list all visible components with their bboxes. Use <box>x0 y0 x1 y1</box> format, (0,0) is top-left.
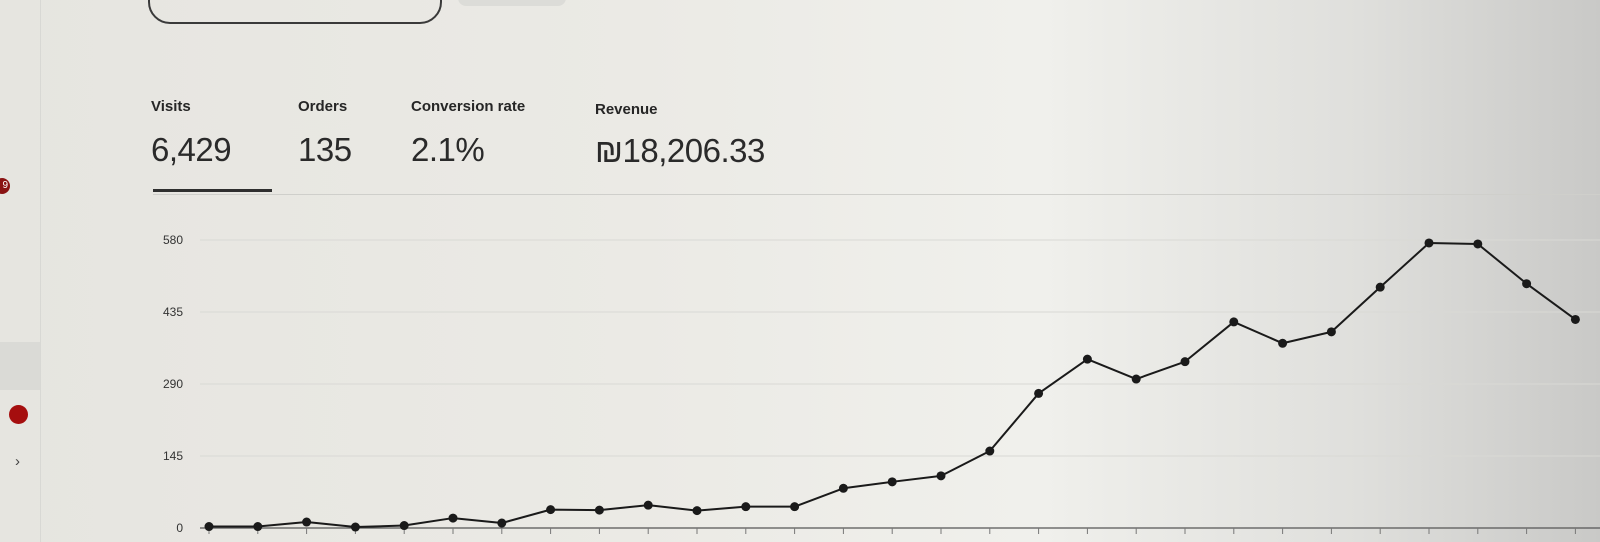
data-point <box>643 500 653 510</box>
y-tick-label: 435 <box>163 305 183 319</box>
data-point <box>985 446 995 456</box>
y-tick-label: 145 <box>163 449 183 463</box>
data-point <box>350 522 360 532</box>
data-point <box>692 506 702 516</box>
data-point <box>448 513 458 523</box>
data-point <box>838 483 848 493</box>
data-point <box>1180 357 1190 367</box>
data-point <box>1375 282 1385 292</box>
y-tick-label: 0 <box>176 521 183 535</box>
data-point <box>253 522 263 532</box>
data-point <box>204 522 214 532</box>
data-point <box>1082 354 1092 364</box>
data-point <box>1034 388 1044 398</box>
data-point <box>1424 238 1434 248</box>
data-point <box>594 505 604 515</box>
data-point <box>1522 279 1532 289</box>
data-point <box>1570 314 1580 324</box>
data-point <box>302 517 312 527</box>
data-point <box>1131 374 1141 384</box>
data-point <box>936 471 946 481</box>
data-point <box>546 505 556 515</box>
data-point <box>399 521 409 531</box>
y-tick-label: 580 <box>163 233 183 247</box>
data-point <box>497 518 507 528</box>
data-point <box>1473 239 1483 249</box>
data-point <box>1278 338 1288 348</box>
data-point <box>1326 327 1336 337</box>
data-point <box>741 502 751 512</box>
y-tick-label: 290 <box>163 377 183 391</box>
data-point <box>887 477 897 487</box>
data-point <box>790 502 800 512</box>
data-point <box>1229 317 1239 327</box>
visits-line-chart: 0 145 290 435 580 <box>163 233 1600 535</box>
